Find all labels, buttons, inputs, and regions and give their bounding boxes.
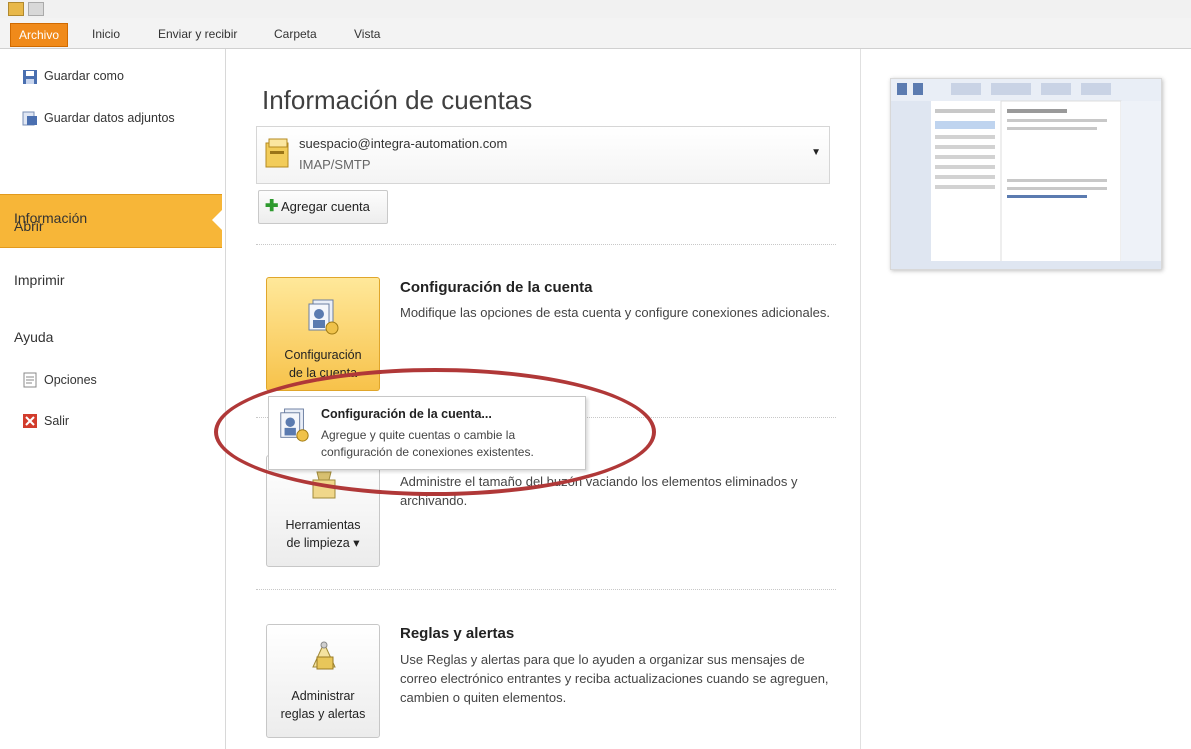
separator <box>256 589 836 590</box>
tab-vista[interactable]: Vista <box>348 23 386 45</box>
tab-archivo[interactable]: Archivo <box>10 23 69 47</box>
tab-inicio[interactable]: Inicio <box>86 23 126 45</box>
manage-rules-button-line2: reglas y alertas <box>280 707 366 721</box>
tab-carpeta[interactable]: Carpeta <box>268 23 323 45</box>
manage-rules-button-line1: Administrar <box>291 689 355 703</box>
sidebar-item-ayuda[interactable]: Ayuda <box>14 329 53 345</box>
account-settings-desc: Modifique las opciones de esta cuenta y … <box>400 305 830 320</box>
account-settings-title: Configuración de la cuenta <box>400 279 593 296</box>
salir-label: Salir <box>44 414 70 428</box>
rules-title: Reglas y alertas <box>400 625 515 642</box>
add-account-button[interactable]: ✚ Agregar cuenta <box>258 190 388 224</box>
quick-access-save-icon[interactable] <box>28 2 44 16</box>
account-selector[interactable]: suespacio@integra-automation.com IMAP/SM… <box>256 126 830 184</box>
rules-desc: Use Reglas y alertas para que lo ayuden … <box>400 652 829 705</box>
preview-divider <box>860 49 861 749</box>
rules-alerts-icon <box>312 641 336 670</box>
account-email: suespacio@integra-automation.com <box>299 136 508 151</box>
dropdown-arrow-icon[interactable]: ▼ <box>811 147 821 158</box>
plus-icon: ✚ <box>265 198 279 215</box>
save-attachments-label: Guardar datos adjuntos <box>44 111 175 125</box>
highlight-annotation-circle <box>214 368 656 496</box>
manage-rules-button[interactable]: Administrar reglas y alertas <box>266 624 380 738</box>
save-attachments-icon <box>22 111 37 126</box>
separator <box>256 244 836 245</box>
save-as-icon <box>23 70 37 84</box>
tab-enviar-recibir[interactable]: Enviar y recibir <box>152 23 243 45</box>
outlook-preview-thumbnail <box>890 78 1162 270</box>
cleanup-tools-button-line1: Herramientas <box>285 518 361 532</box>
account-type: IMAP/SMTP <box>299 157 371 172</box>
sidebar-item-imprimir[interactable]: Imprimir <box>14 272 65 288</box>
ribbon-tab-bar: Archivo Inicio Enviar y recibir Carpeta … <box>0 18 1191 49</box>
exit-icon <box>23 414 37 428</box>
account-settings-button-line1: Configuración <box>284 348 362 362</box>
account-icon <box>265 138 289 168</box>
outlook-app-icon <box>8 2 24 16</box>
selection-notch <box>212 209 223 231</box>
options-icon <box>23 372 37 388</box>
opciones-label: Opciones <box>44 373 97 387</box>
account-settings-icon <box>308 299 339 335</box>
page-title: Información de cuentas <box>262 85 533 115</box>
sidebar-item-abrir[interactable]: Abrir <box>14 218 44 234</box>
add-account-label: Agregar cuenta <box>281 199 370 214</box>
save-as-label: Guardar como <box>44 69 124 83</box>
cleanup-tools-button-line2: de limpieza ▾ <box>286 536 360 550</box>
title-bar <box>0 0 1191 18</box>
backstage-sidebar: Guardar como Guardar datos adjuntos Info… <box>0 49 226 749</box>
